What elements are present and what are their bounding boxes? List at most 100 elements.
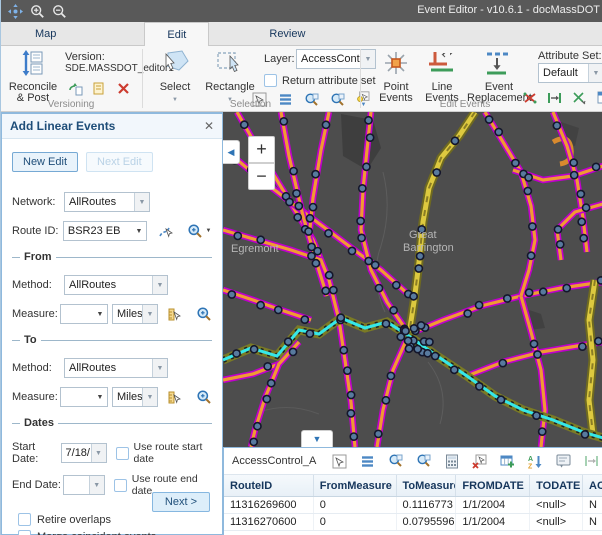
point-events-icon <box>373 50 419 79</box>
delete-version-icon[interactable] <box>115 80 132 97</box>
end-date-combo[interactable]: ▼ <box>63 475 105 495</box>
tab-review[interactable]: Review <box>247 22 327 46</box>
select-tool-icon <box>151 50 199 79</box>
to-method-label: Method: <box>12 362 64 374</box>
from-method-dropdown[interactable]: AllRoutes▼ <box>64 275 168 295</box>
merge-events-icon[interactable] <box>571 89 588 106</box>
table-list-icon[interactable] <box>359 453 376 470</box>
from-measure-combo-arrow[interactable]: ▼ <box>93 311 107 318</box>
next-button[interactable]: Next > <box>152 492 210 512</box>
title-bar: Event Editor - v10.6.1 - docMassDOT <box>1 0 602 22</box>
table-zoom-selected-icon[interactable] <box>387 453 404 470</box>
collapse-panel-left-button[interactable]: ◀ <box>223 140 240 164</box>
table-column-header[interactable]: AC <box>583 475 602 496</box>
to-zoom-icon[interactable] <box>195 389 212 406</box>
to-measure-combo[interactable]: ▼ <box>60 387 108 407</box>
start-date-combo[interactable]: 7/18/▼ <box>61 443 107 463</box>
start-date-combo-arrow[interactable]: ▼ <box>91 444 106 462</box>
use-route-end-date-checkbox[interactable] <box>114 479 127 492</box>
pan-icon[interactable] <box>7 3 24 20</box>
merge-coincident-checkbox[interactable] <box>18 530 31 535</box>
route-id-combo[interactable]: BSR23 EB▼ <box>63 221 147 241</box>
next-edit-button[interactable]: Next Edit <box>86 152 153 172</box>
table-column-header[interactable]: FromMeasure <box>314 475 397 496</box>
network-dropdown[interactable]: AllRoutes▼ <box>64 192 150 212</box>
app-title: Event Editor - v10.6.1 - docMassDOT <box>417 4 600 16</box>
new-version-icon[interactable] <box>91 80 108 97</box>
to-units-dropdown[interactable]: Miles▼ <box>112 387 158 407</box>
table-measure-icon[interactable] <box>583 453 600 470</box>
from-measure-combo[interactable]: ▼ <box>60 304 108 324</box>
map-label-barrington: Barrington <box>403 242 454 254</box>
table-column-header[interactable]: RouteID <box>224 475 314 496</box>
network-dropdown-arrow[interactable]: ▼ <box>134 193 149 211</box>
collapse-table-button[interactable]: ▼ <box>301 430 333 447</box>
merge-coincident-label: Merge coincident events <box>37 531 156 535</box>
tab-edit[interactable]: Edit <box>144 22 209 46</box>
to-measure-on-map-icon[interactable] <box>166 389 183 406</box>
point-events-button[interactable]: Point Events <box>373 48 419 104</box>
line-events-icon <box>421 50 463 79</box>
table-calculator-icon[interactable] <box>443 453 460 470</box>
from-measure-label: Measure: <box>12 308 60 320</box>
table-add-records-icon[interactable] <box>499 453 516 470</box>
reconcile-post-button[interactable]: Reconcile & Post <box>3 48 63 104</box>
from-units-dropdown-arrow[interactable]: ▼ <box>142 305 157 323</box>
to-method-dropdown[interactable]: AllRoutes▼ <box>64 358 168 378</box>
from-method-dropdown-arrow[interactable]: ▼ <box>152 276 167 294</box>
table-sort-icon[interactable]: AZ <box>527 453 544 470</box>
map-canvas[interactable]: Egremont Great Barrington ◀ + − ▼ <box>223 112 602 447</box>
from-units-dropdown[interactable]: Miles▼ <box>112 304 158 324</box>
table-column-header[interactable]: ToMeasure <box>397 475 457 496</box>
table-cell: 0 <box>314 497 397 513</box>
from-measure-on-map-icon[interactable] <box>166 306 183 323</box>
return-attribute-checkbox[interactable] <box>264 74 277 87</box>
retire-overlaps-checkbox[interactable] <box>18 513 31 526</box>
selection-group-label: Selection <box>142 99 359 110</box>
panel-title: Add Linear Events <box>10 119 204 133</box>
map-zoom-out-button[interactable]: − <box>248 163 275 190</box>
select-route-on-map-icon[interactable] <box>157 223 174 240</box>
attribute-window-icon[interactable] <box>596 89 602 106</box>
line-events-button[interactable]: Line Events <box>421 48 463 104</box>
table-row[interactable]: 1131626960000.11167731/1/2004<null>N <box>224 497 602 514</box>
map-zoom-in-button[interactable]: + <box>248 136 275 163</box>
table-cell: 11316269600 <box>224 497 314 513</box>
table-cell: <null> <box>530 497 583 513</box>
from-zoom-icon[interactable] <box>195 306 212 323</box>
close-icon[interactable]: ✕ <box>204 119 214 133</box>
network-label: Network: <box>12 196 64 208</box>
table-select-icon[interactable] <box>331 453 348 470</box>
table-popup-icon[interactable] <box>555 453 572 470</box>
table-clear-selection-icon[interactable] <box>471 453 488 470</box>
table-row[interactable]: 1131627060000.07955961/1/2004<null>N <box>224 514 602 531</box>
to-method-dropdown-arrow[interactable]: ▼ <box>152 359 167 377</box>
table-cell: 11316270600 <box>224 514 314 530</box>
panel-header: Add Linear Events ✕ <box>2 114 222 139</box>
zoom-to-route-icon[interactable]: ▼ <box>186 223 212 240</box>
layer-dropdown[interactable]: AccessControl_A▼ <box>296 49 376 69</box>
new-edit-button[interactable]: New Edit <box>12 152 78 172</box>
map-graphics: Egremont Great Barrington <box>223 112 602 447</box>
attribute-set-dropdown[interactable]: Default▼ <box>538 63 602 83</box>
select-tool-button[interactable]: Select ▼ <box>151 48 199 104</box>
to-section-divider: To <box>12 340 212 350</box>
zoom-in-icon[interactable] <box>29 3 46 20</box>
tab-map[interactable]: Map <box>13 22 78 46</box>
route-id-combo-arrow[interactable]: ▼ <box>132 228 146 235</box>
table-column-header[interactable]: FROMDATE <box>456 475 530 496</box>
attribute-set-dropdown-arrow[interactable]: ▼ <box>588 64 602 82</box>
zoom-out-icon[interactable] <box>51 3 68 20</box>
table-body: 1131626960000.11167731/1/2004<null>N1131… <box>224 497 602 531</box>
map-label-egremont: Egremont <box>231 243 279 255</box>
rectangle-tool-button[interactable]: Rectangle ▼ <box>203 48 257 104</box>
to-measure-combo-arrow[interactable]: ▼ <box>93 394 107 401</box>
end-date-combo-arrow[interactable]: ▼ <box>89 476 104 494</box>
table-pan-selected-icon[interactable] <box>415 453 432 470</box>
reconcile-post-icon <box>3 50 63 79</box>
table-column-header[interactable]: TODATE <box>530 475 583 496</box>
to-units-dropdown-arrow[interactable]: ▼ <box>142 388 157 406</box>
start-date-label: Start Date: <box>12 441 61 465</box>
use-route-start-date-checkbox[interactable] <box>116 447 129 460</box>
conflicts-icon[interactable] <box>67 80 84 97</box>
